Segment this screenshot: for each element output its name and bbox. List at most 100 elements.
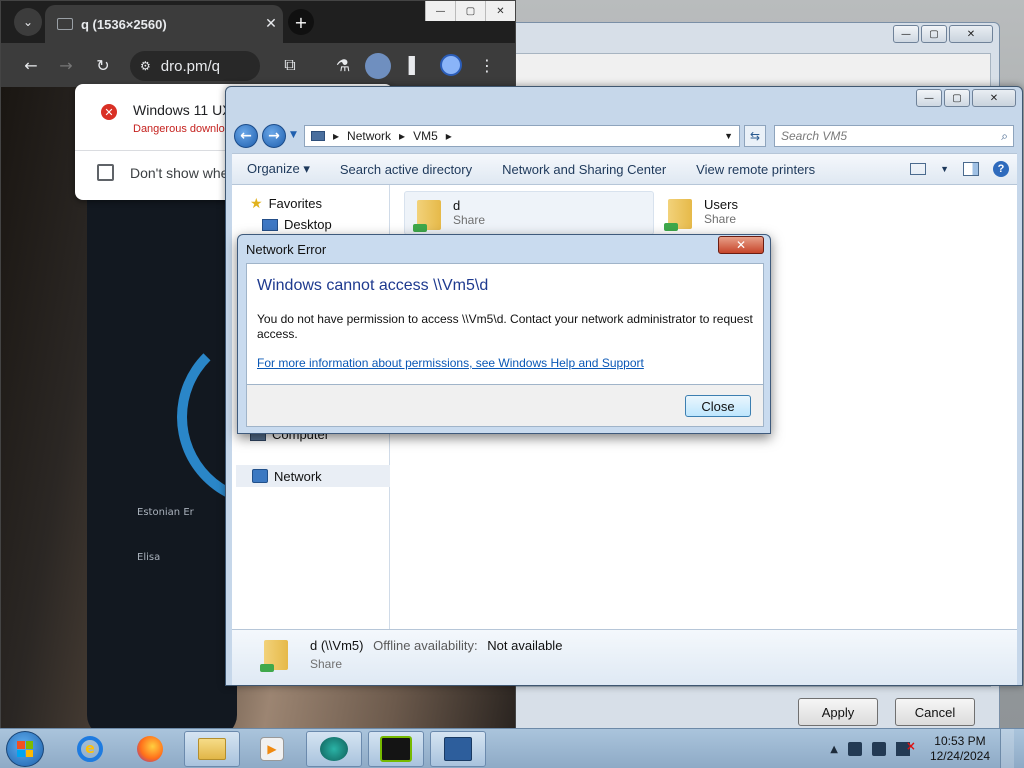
tab-search-icon[interactable]: ⌄ (14, 8, 42, 36)
cancel-button[interactable]: Cancel (895, 698, 975, 726)
profile-avatar-icon[interactable] (440, 54, 462, 76)
minimize-icon[interactable]: — (893, 25, 919, 43)
menu-dots-icon[interactable]: ⋮ (477, 55, 497, 75)
clock-date: 12/24/2024 (929, 749, 990, 763)
network-icon (252, 469, 268, 483)
share-type: Share (453, 213, 486, 227)
volume-muted-icon[interactable] (895, 739, 916, 756)
close-icon[interactable]: ✕ (949, 25, 993, 43)
share-item-d[interactable]: d Share (404, 191, 654, 235)
show-hidden-icons-icon[interactable]: ▲ (830, 744, 838, 755)
clock[interactable]: 10:53 PM 12/24/2024 (920, 734, 990, 764)
reload-icon[interactable]: ↻ (93, 55, 113, 75)
breadcrumb-network[interactable]: Network (347, 129, 391, 143)
site-info-icon[interactable]: ⚙ (140, 59, 151, 73)
maximize-icon[interactable]: ▢ (455, 1, 485, 21)
dont-show-checkbox[interactable] (97, 164, 114, 181)
taskbar-internet-explorer[interactable]: e (62, 731, 118, 767)
remote-desktop-icon (444, 737, 472, 761)
refresh-icon[interactable]: ⇆ (744, 125, 766, 147)
breadcrumb-separator-icon[interactable]: ▸ (399, 129, 405, 143)
tab-active[interactable]: q (1536×2560) ✕ (45, 5, 283, 43)
breadcrumb-separator-icon[interactable]: ▸ (333, 129, 339, 143)
network-sharing-center-button[interactable]: Network and Sharing Center (487, 162, 681, 177)
network-error-dialog: Network Error ✕ Windows cannot access \\… (237, 234, 771, 434)
details-item-name: d (\\Vm5) (310, 638, 364, 653)
change-view-icon[interactable] (910, 163, 927, 175)
help-icon[interactable]: ? (993, 161, 1009, 177)
search-active-directory-button[interactable]: Search active directory (325, 162, 487, 177)
taskbar-remote-desktop[interactable] (430, 731, 486, 767)
app-icon (320, 737, 348, 761)
sidebar-item-network[interactable]: Network (236, 465, 390, 487)
image-favicon-icon (57, 18, 73, 30)
address-dropdown-icon[interactable]: ▼ (724, 131, 733, 141)
minimize-icon[interactable]: — (916, 89, 942, 107)
details-pane: d (\\Vm5) Offline availability: Not avai… (232, 629, 1017, 685)
tab-strip: ⌄ q (1536×2560) ✕ + — ▢ ✕ (1, 1, 515, 43)
download-filename[interactable]: Windows 11 UX (133, 102, 232, 118)
command-bar-right: ▼ ? (910, 161, 1017, 177)
dialog-body: Windows cannot access \\Vm5\d You do not… (246, 263, 764, 385)
network-location-icon (311, 131, 325, 141)
start-button[interactable] (6, 731, 44, 767)
view-remote-printers-button[interactable]: View remote printers (681, 162, 830, 177)
apply-button[interactable]: Apply (798, 698, 878, 726)
tab-close-icon[interactable]: ✕ (259, 16, 283, 32)
organize-button[interactable]: Organize ▾ (232, 161, 325, 177)
window-controls: — ▢ ✕ (916, 89, 1016, 107)
chrome-window-controls: — ▢ ✕ (425, 1, 515, 21)
nvidia-icon (380, 736, 412, 762)
network-tray-icon[interactable] (847, 742, 862, 756)
taskbar-media-player[interactable]: ▶ (244, 731, 300, 767)
recent-pages-chevron-icon[interactable]: ▼ (290, 130, 297, 140)
file-explorer-icon (198, 738, 226, 760)
extensions-icon[interactable]: ⧉ (280, 55, 300, 75)
dialog-title: Network Error (246, 242, 327, 257)
preview-pane-icon[interactable] (963, 162, 979, 176)
taskbar-firefox[interactable] (122, 731, 178, 767)
sidebar-item-label: Desktop (284, 217, 332, 232)
search-icon[interactable]: ⌕ (1001, 129, 1013, 144)
tab-title: q (1536×2560) (81, 16, 167, 32)
shared-folder-icon (664, 197, 696, 231)
offline-value: Not available (487, 638, 563, 653)
breadcrumb-vm5[interactable]: VM5 (413, 129, 438, 143)
search-input[interactable]: Search VM5 ⌕ (774, 125, 1014, 147)
error-icon: ✕ (101, 104, 117, 120)
taskbar-nvidia[interactable] (368, 731, 424, 767)
breadcrumb[interactable]: ▸ Network ▸ VM5 ▸ ▼ (304, 125, 740, 147)
sidebar-item-favorites[interactable]: ★ Favorites (250, 195, 322, 212)
close-button[interactable]: Close (685, 395, 751, 417)
labs-flask-icon[interactable]: ⚗ (333, 55, 353, 75)
maximize-icon[interactable]: ▢ (921, 25, 947, 43)
offline-label: Offline availability: (373, 638, 478, 653)
help-link[interactable]: For more information about permissions, … (257, 356, 644, 370)
wifi-network-2: Elisa (137, 552, 161, 563)
view-dropdown-icon[interactable]: ▼ (940, 164, 949, 174)
taskbar-explorer[interactable] (184, 731, 240, 767)
forward-icon[interactable]: → (262, 124, 286, 148)
details-type: Share (310, 657, 343, 671)
back-icon[interactable]: ← (21, 55, 41, 75)
share-item-users[interactable]: Users Share (656, 191, 906, 235)
new-tab-icon[interactable]: + (288, 9, 314, 35)
forward-icon[interactable]: → (56, 55, 76, 75)
url-text: dro.pm/q (160, 57, 220, 75)
show-desktop-button[interactable] (1000, 729, 1014, 768)
side-panel-icon[interactable]: ▌ (405, 55, 425, 75)
dialog-footer: Close (246, 385, 764, 427)
sidebar-item-desktop[interactable]: Desktop (262, 217, 332, 232)
downloads-icon[interactable] (365, 53, 391, 79)
minimize-icon[interactable]: — (425, 1, 455, 21)
taskbar-app-camera[interactable] (306, 731, 362, 767)
close-icon[interactable]: ✕ (718, 236, 764, 254)
breadcrumb-separator-icon[interactable]: ▸ (446, 129, 452, 143)
close-icon[interactable]: ✕ (485, 1, 515, 21)
details-name: d (\\Vm5) Offline availability: Not avai… (310, 638, 562, 653)
back-icon[interactable]: ← (234, 124, 258, 148)
close-icon[interactable]: ✕ (972, 89, 1016, 107)
address-bar[interactable]: ⚙ dro.pm/q (130, 51, 260, 81)
maximize-icon[interactable]: ▢ (944, 89, 970, 107)
flag-icon[interactable] (871, 742, 886, 756)
